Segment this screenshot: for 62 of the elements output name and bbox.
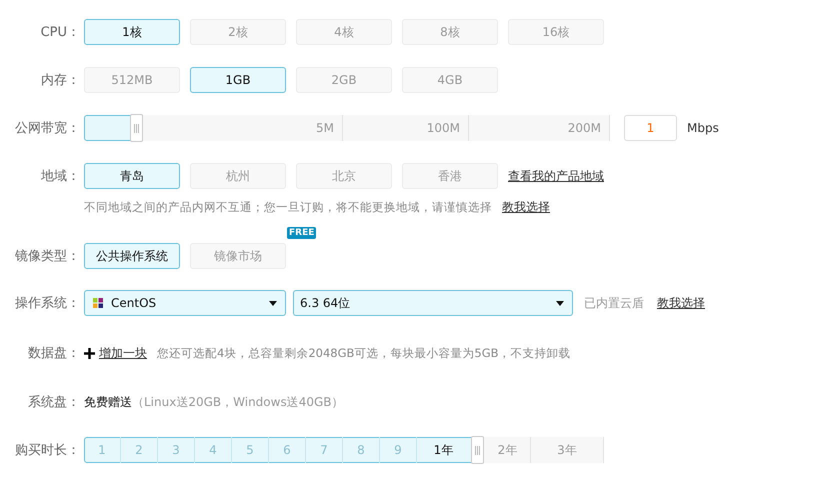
version-select[interactable]: 6.3 64位 bbox=[293, 290, 573, 316]
field-label: 地域： bbox=[40, 168, 80, 185]
option-button[interactable]: 北京 bbox=[296, 163, 392, 189]
field-label: 系统盘： bbox=[27, 394, 80, 411]
option-button[interactable]: 4GB bbox=[402, 67, 498, 93]
pinwheel-logo-icon bbox=[91, 296, 105, 310]
field-label: 购买时长： bbox=[14, 442, 80, 459]
option-button[interactable]: 2核 bbox=[190, 19, 286, 45]
bandwidth-input[interactable]: 1 bbox=[624, 115, 677, 141]
os-note: 已内置云盾 bbox=[584, 294, 644, 312]
duration-mark[interactable]: 9 bbox=[380, 437, 417, 463]
region-hint: 不同地域之间的产品内网不互通；您一旦订购，将不能更换地域，请谨慎选择 bbox=[84, 200, 492, 215]
caret-down-icon bbox=[269, 300, 277, 306]
duration-mark[interactable]: 3年 bbox=[531, 437, 604, 463]
field-label: 内存： bbox=[40, 72, 80, 89]
slider-mark: 200M bbox=[469, 115, 610, 141]
field-label: CPU： bbox=[40, 24, 80, 41]
bandwidth-slider[interactable]: 5M 100M 200M bbox=[84, 115, 610, 141]
duration-mark[interactable]: 2 bbox=[121, 437, 158, 463]
caret-down-icon bbox=[556, 300, 564, 306]
option-button[interactable]: 4核 bbox=[296, 19, 392, 45]
system-disk-value: 免费赠送 bbox=[84, 394, 132, 410]
add-disk-link[interactable]: 增加一块 bbox=[99, 344, 147, 362]
unit-text: Mbps bbox=[687, 121, 719, 135]
duration-mark[interactable]: 1年 bbox=[417, 437, 471, 463]
region-link[interactable]: 查看我的产品地域 bbox=[508, 168, 604, 184]
field-label: 公网带宽： bbox=[14, 120, 80, 137]
field-label: 操作系统： bbox=[14, 295, 80, 312]
duration-mark[interactable]: 2年 bbox=[485, 437, 531, 463]
duration-mark[interactable]: 1 bbox=[84, 437, 121, 463]
slider-handle[interactable] bbox=[130, 114, 143, 142]
slider-handle[interactable] bbox=[471, 436, 484, 464]
os-select[interactable]: CentOS bbox=[84, 290, 286, 316]
field-label: 数据盘： bbox=[27, 345, 80, 362]
slider-mark: 100M bbox=[343, 115, 469, 141]
option-button[interactable]: 512MB bbox=[84, 67, 180, 93]
option-button[interactable]: 镜像市场 bbox=[190, 243, 286, 269]
duration-mark[interactable]: 6 bbox=[269, 437, 306, 463]
option-button[interactable]: 青岛 bbox=[84, 163, 180, 189]
duration-mark[interactable]: 8 bbox=[343, 437, 380, 463]
duration-slider[interactable]: 1 2 3 4 5 6 7 8 9 1年 2年 3年 bbox=[84, 437, 604, 463]
duration-mark[interactable]: 3 bbox=[158, 437, 195, 463]
disk-hint: 您还可选配4块，总容量剩余2048GB可选，每块最小容量为5GB，不支持卸载 bbox=[157, 346, 571, 360]
field-label: 镜像类型： bbox=[14, 248, 80, 265]
option-button[interactable]: 1GB bbox=[190, 67, 286, 93]
option-button[interactable]: 8核 bbox=[402, 19, 498, 45]
free-badge: FREE bbox=[287, 227, 316, 239]
duration-mark[interactable]: 7 bbox=[306, 437, 343, 463]
option-button[interactable]: 香港 bbox=[402, 163, 498, 189]
option-button[interactable]: 16核 bbox=[508, 19, 604, 45]
grip-icon bbox=[475, 446, 480, 454]
option-button[interactable]: 公共操作系统 bbox=[84, 243, 180, 269]
option-button[interactable]: 1核 bbox=[84, 19, 180, 45]
grip-icon bbox=[134, 124, 139, 132]
system-disk-note: （Linux送20GB，Windows送40GB） bbox=[132, 394, 344, 410]
plus-icon bbox=[84, 348, 95, 358]
help-link[interactable]: 教我选择 bbox=[502, 199, 550, 216]
duration-mark[interactable]: 4 bbox=[195, 437, 232, 463]
option-button[interactable]: 杭州 bbox=[190, 163, 286, 189]
help-link[interactable]: 教我选择 bbox=[657, 294, 705, 312]
duration-mark[interactable]: 5 bbox=[232, 437, 269, 463]
option-button[interactable]: 2GB bbox=[296, 67, 392, 93]
